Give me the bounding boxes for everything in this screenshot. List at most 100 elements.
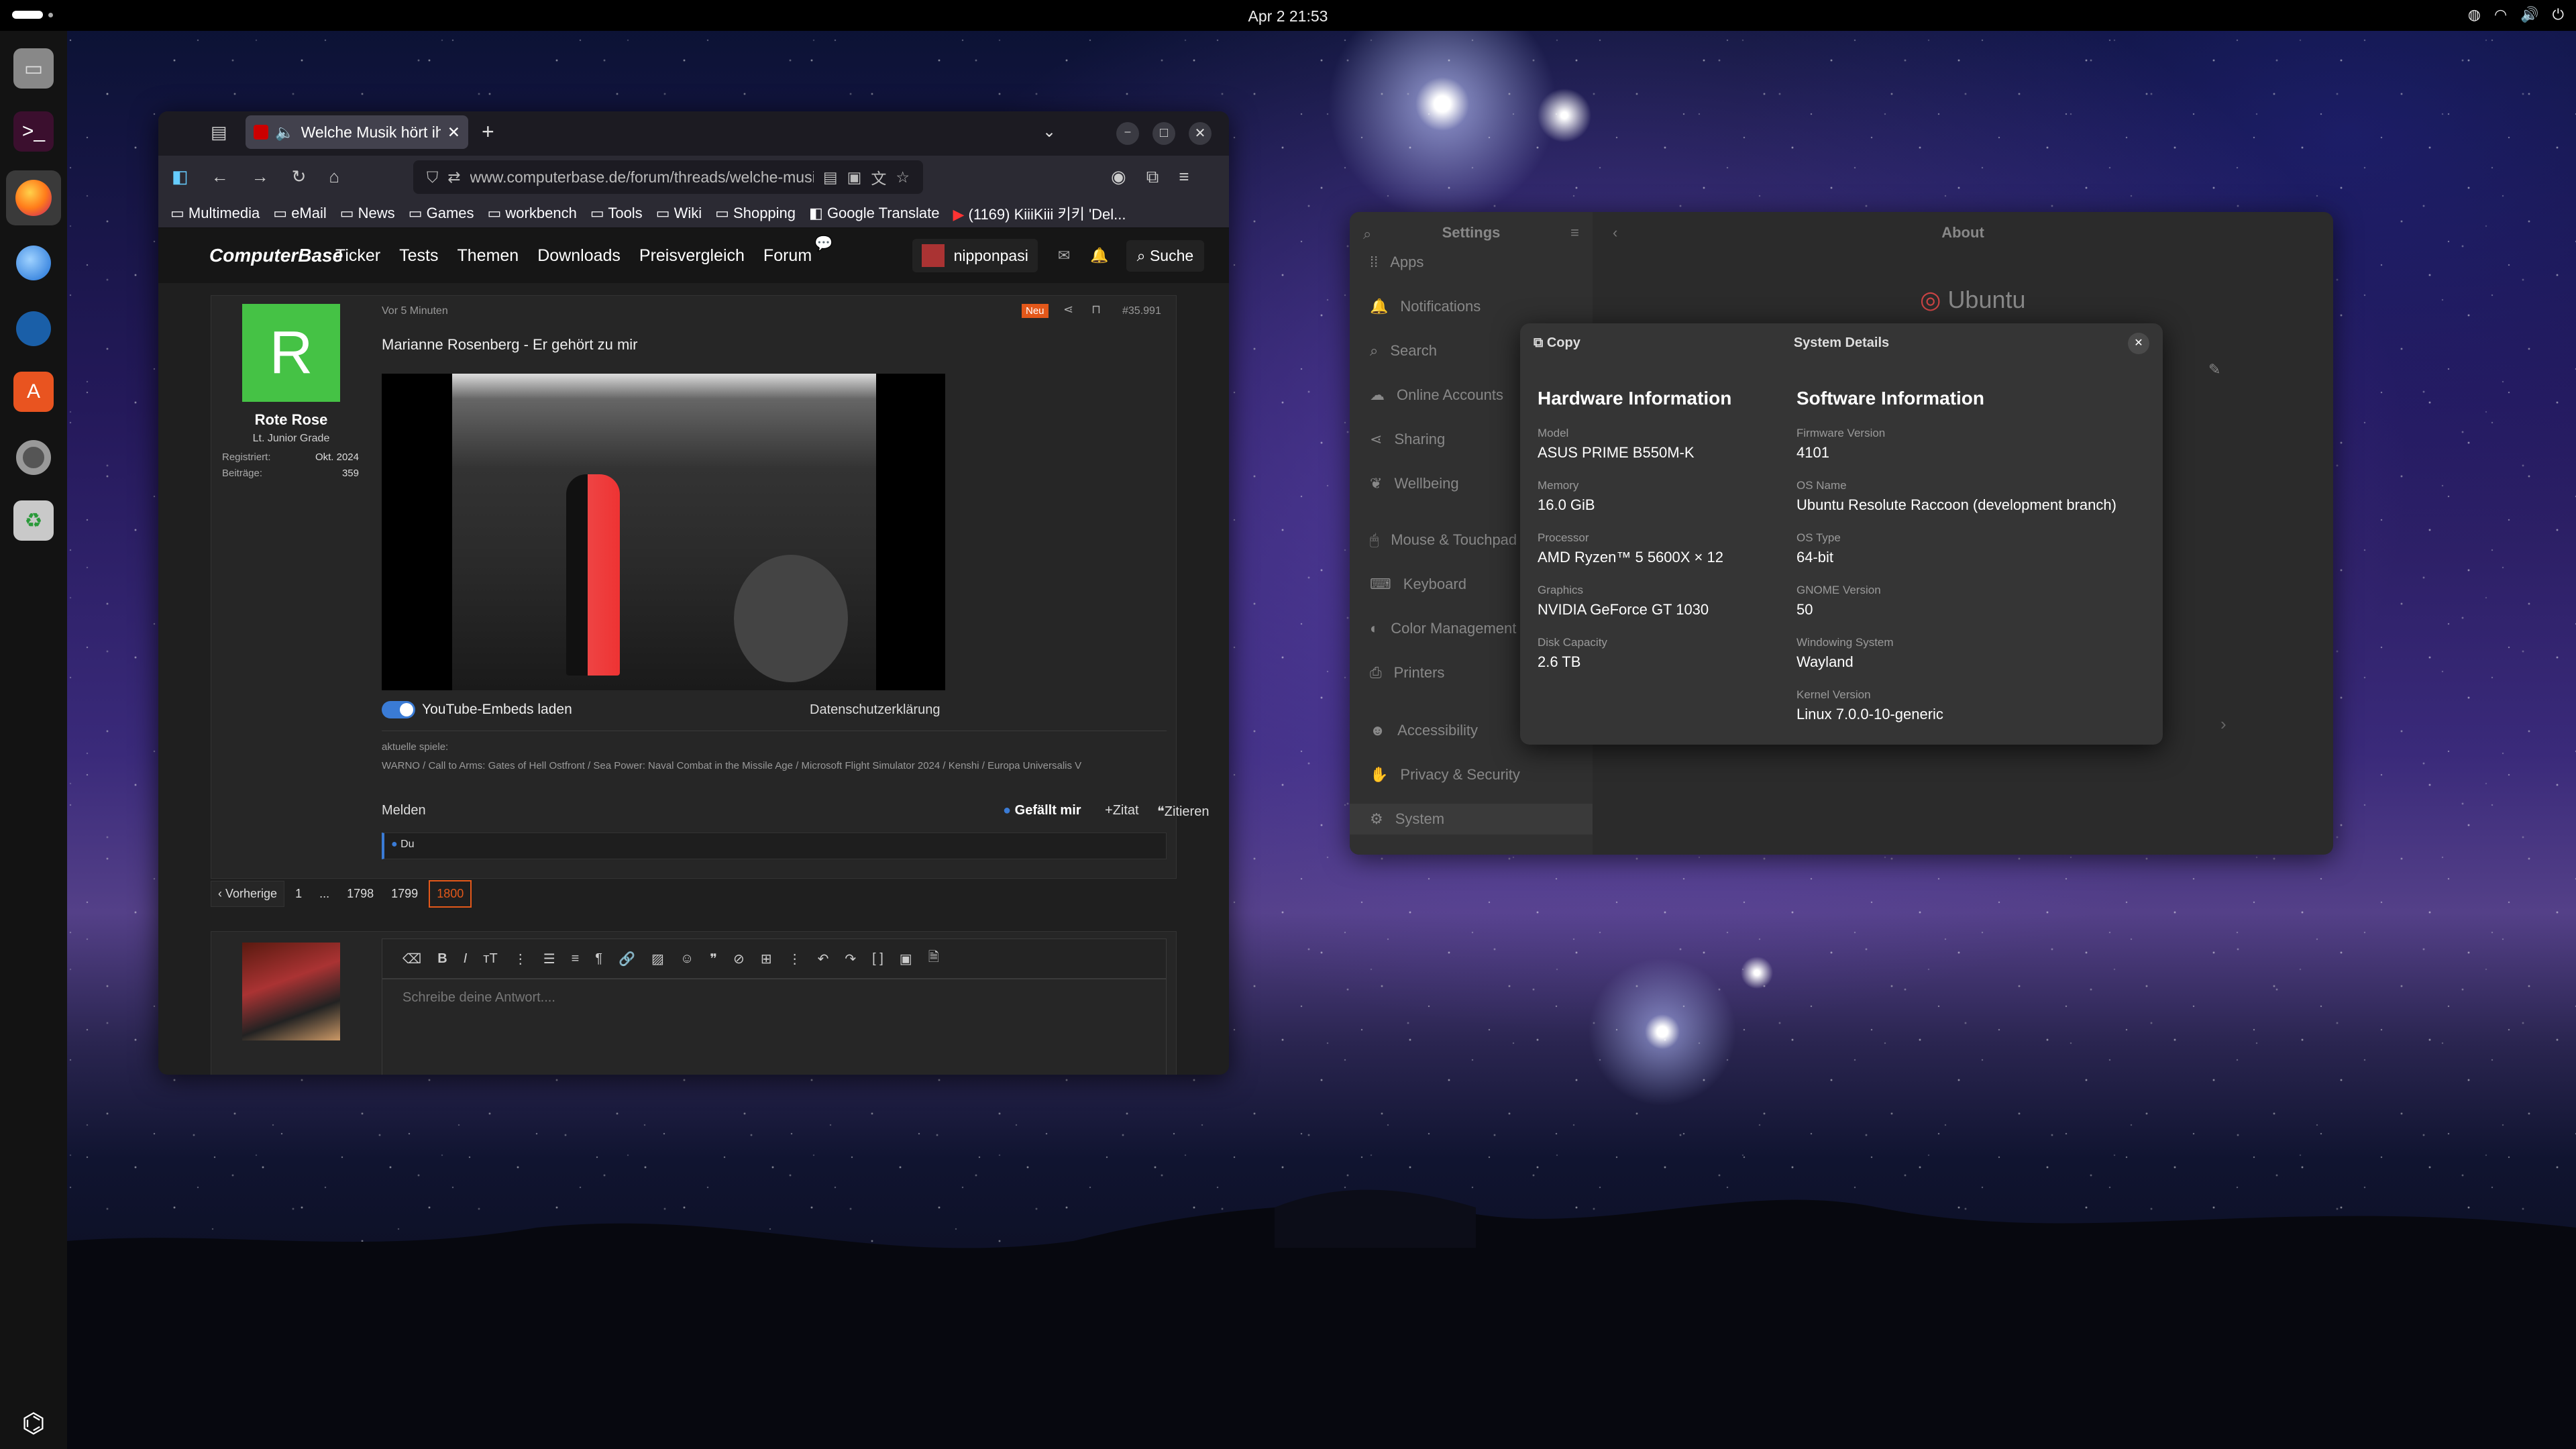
- chat-icon[interactable]: 💬: [814, 235, 833, 252]
- new-tab-button[interactable]: +: [482, 119, 494, 144]
- settings-menu-icon[interactable]: ≡: [1570, 224, 1579, 241]
- settings-item-color-management[interactable]: ◐ Color Management: [1370, 620, 1516, 637]
- settings-item-printers[interactable]: ⎙ Printers: [1370, 664, 1444, 682]
- cite-button[interactable]: ❝Zitieren: [1157, 803, 1209, 820]
- redo-icon[interactable]: ↷: [845, 951, 856, 967]
- forward-icon[interactable]: →: [252, 166, 269, 187]
- report-link[interactable]: Melden: [382, 803, 426, 818]
- translate-icon[interactable]: 文: [871, 166, 886, 189]
- eraser-icon[interactable]: ⌫: [402, 951, 421, 967]
- like-button[interactable]: ● Gefällt mir: [1003, 803, 1081, 818]
- app-center-icon[interactable]: A: [13, 372, 54, 412]
- bookmark-item[interactable]: ▭ workbench: [488, 205, 577, 222]
- minimize-button[interactable]: –: [1116, 122, 1139, 145]
- close-window-button[interactable]: ✕: [1189, 122, 1212, 145]
- edit-name-icon[interactable]: ✎: [2208, 361, 2220, 378]
- system-tray[interactable]: ◍ ◠ 🔊 ⏻: [2468, 6, 2564, 23]
- bookmark-item[interactable]: ▭ Multimedia: [170, 205, 260, 222]
- undo-icon[interactable]: ↶: [818, 951, 829, 967]
- tab-list-icon[interactable]: ▤: [211, 122, 227, 143]
- clock[interactable]: Apr 2 21:53: [0, 7, 2576, 25]
- post-number[interactable]: #35.991: [1122, 305, 1161, 317]
- drafts-icon[interactable]: ▣: [900, 951, 912, 967]
- shield-icon[interactable]: ⛉: [427, 168, 438, 186]
- bookmark-item[interactable]: ▭ Tools: [590, 205, 643, 222]
- user-avatar-large[interactable]: R: [242, 304, 340, 402]
- italic-icon[interactable]: I: [464, 951, 468, 967]
- profile-icon[interactable]: ◉: [1111, 166, 1126, 188]
- settings-item-sharing[interactable]: ⋖ Sharing: [1370, 431, 1445, 448]
- prev-page-button[interactable]: ‹ Vorherige: [211, 881, 285, 907]
- url-bar[interactable]: ⛉ ⇄ www.computerbase.de/forum/threads/we…: [413, 160, 923, 194]
- bookmark-star-icon[interactable]: ☆: [896, 168, 910, 186]
- link-icon[interactable]: 🔗: [619, 951, 635, 967]
- inbox-icon[interactable]: ✉: [1058, 247, 1070, 264]
- share-icon[interactable]: ⋖: [1063, 303, 1073, 317]
- align-icon[interactable]: ≡: [572, 951, 580, 967]
- speaker-icon[interactable]: 🔈: [275, 123, 294, 142]
- nav-downloads[interactable]: Downloads: [537, 246, 621, 266]
- settings-item-accessibility[interactable]: ☻ Accessibility: [1370, 722, 1478, 739]
- nav-tests[interactable]: Tests: [399, 246, 438, 266]
- post-time[interactable]: Vor 5 Minuten: [382, 305, 448, 317]
- bookmark-item[interactable]: ▭ News: [340, 205, 395, 222]
- settings-item-apps[interactable]: ⁞⁞ Apps: [1370, 254, 1424, 271]
- maximize-button[interactable]: □: [1152, 122, 1175, 145]
- bookmark-item[interactable]: ▭ Wiki: [656, 205, 702, 222]
- settings-item-system[interactable]: ⚙ System: [1350, 804, 1593, 835]
- page-button[interactable]: 1798: [340, 881, 380, 906]
- bookmark-item[interactable]: ▭ Games: [409, 205, 474, 222]
- show-apps-icon[interactable]: ⌬: [13, 1403, 54, 1444]
- yt-toggle-switch[interactable]: [382, 701, 415, 718]
- settings-item-wellbeing[interactable]: ❦ Wellbeing: [1370, 475, 1459, 492]
- reader-icon[interactable]: ▤: [823, 168, 838, 186]
- nav-forum[interactable]: Forum: [763, 246, 812, 266]
- nav-preisvergleich[interactable]: Preisvergleich: [639, 246, 745, 266]
- bbcode-icon[interactable]: [ ]: [872, 951, 883, 967]
- youtube-embed[interactable]: [382, 374, 945, 690]
- search-button[interactable]: ⌕ Suche: [1126, 239, 1205, 272]
- settings-icon[interactable]: [13, 437, 54, 478]
- files-icon[interactable]: ▭: [13, 48, 54, 89]
- post-username[interactable]: Rote Rose: [211, 411, 371, 429]
- screenshot-icon[interactable]: ▣: [847, 168, 862, 186]
- extensions-icon[interactable]: ⧉: [1146, 166, 1159, 188]
- reply-input[interactable]: Schreibe deine Antwort....: [382, 979, 1167, 1075]
- steam-icon[interactable]: [13, 309, 54, 349]
- nav-themen[interactable]: Themen: [458, 246, 519, 266]
- settings-item-privacy-security[interactable]: ✋ Privacy & Security: [1370, 766, 1520, 784]
- quote-button[interactable]: +Zitat: [1105, 803, 1139, 818]
- settings-item-keyboard[interactable]: ⌨ Keyboard: [1370, 576, 1466, 593]
- trash-icon[interactable]: ♻: [13, 500, 54, 541]
- privacy-link[interactable]: Datenschutzerklärung: [810, 702, 941, 718]
- yt-toggle[interactable]: YouTube-Embeds laden: [382, 701, 572, 718]
- terminal-icon[interactable]: >_: [13, 111, 54, 152]
- page-button[interactable]: 1799: [384, 881, 425, 906]
- tab-active[interactable]: 🔈 Welche Musik hört ihr ✕: [246, 115, 468, 149]
- nav-ticker[interactable]: Ticker: [335, 246, 380, 266]
- text-size-icon[interactable]: тT: [483, 951, 497, 967]
- chevron-right-icon[interactable]: ›: [2220, 714, 2226, 735]
- more-icon[interactable]: ⋮: [514, 951, 527, 967]
- page-button[interactable]: 1800: [429, 880, 472, 908]
- list-icon[interactable]: ☰: [543, 951, 555, 967]
- settings-item-notifications[interactable]: 🔔 Notifications: [1370, 298, 1481, 315]
- dialog-close-button[interactable]: ✕: [2128, 333, 2149, 354]
- more-icon-2[interactable]: ⋮: [788, 951, 802, 967]
- sidebar-icon[interactable]: ◧: [172, 166, 189, 187]
- settings-item-mouse-touchpad[interactable]: 🖱 Mouse & Touchpad: [1370, 531, 1517, 549]
- bold-icon[interactable]: B: [437, 951, 447, 967]
- spoiler-icon[interactable]: ⊘: [733, 951, 745, 967]
- firefox-icon[interactable]: [6, 170, 61, 225]
- settings-item-search[interactable]: ⌕ Search: [1370, 342, 1437, 360]
- emoji-icon[interactable]: ☺: [680, 951, 694, 967]
- tab-overflow-chevron-icon[interactable]: ⌄: [1042, 122, 1056, 142]
- bookmark-item[interactable]: ◧ Google Translate: [809, 205, 939, 222]
- user-menu[interactable]: nipponpasi: [912, 239, 1038, 272]
- thunderbird-icon[interactable]: [13, 243, 54, 283]
- bookmark-icon[interactable]: ⊓: [1091, 303, 1101, 317]
- bookmark-item[interactable]: ▶ (1169) KiiiKiii 키키 'Del...: [953, 203, 1126, 224]
- home-icon[interactable]: ⌂: [329, 166, 339, 187]
- lock-icon[interactable]: ⇄: [447, 168, 460, 186]
- paragraph-icon[interactable]: ¶: [595, 951, 602, 967]
